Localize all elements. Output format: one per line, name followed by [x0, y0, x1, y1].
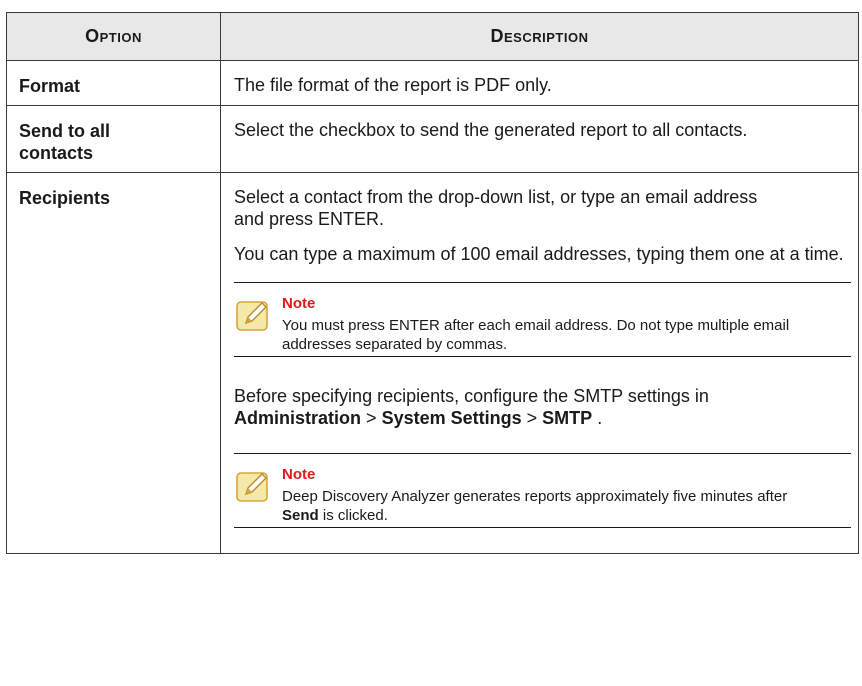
- option-description: The file format of the report is PDF onl…: [220, 60, 859, 106]
- path-separator: >: [366, 408, 377, 428]
- note-title: Note: [282, 466, 316, 483]
- note-title: Note: [282, 295, 316, 312]
- options-table: Option Description Format The file forma…: [6, 12, 859, 554]
- note-text-suffix: is clicked.: [322, 507, 388, 524]
- note-box: Note Deep Discovery Analyzer generates r…: [234, 453, 851, 528]
- sentence-period: .: [597, 408, 603, 428]
- menu-path-smtp: SMTP: [542, 408, 593, 428]
- recipients-para-1: Select a contact from the drop-down list…: [234, 187, 758, 229]
- note-text: Deep Discovery Analyzer generates report…: [282, 487, 822, 525]
- note-text-prefix: Deep Discovery Analyzer generates report…: [282, 488, 788, 505]
- menu-path-system-settings: System Settings: [381, 408, 522, 428]
- recipients-para-3: Before specifying recipients, configure …: [234, 385, 852, 429]
- option-description: Select the checkbox to send the generate…: [220, 105, 859, 173]
- recipients-para-2: You can type a maximum of 100 email addr…: [234, 244, 844, 264]
- send-word: Send: [282, 507, 319, 524]
- option-description: Select a contact from the drop-down list…: [220, 172, 859, 554]
- path-separator: >: [526, 408, 538, 428]
- smtp-instruction: Before specifying recipients, configure …: [234, 386, 709, 406]
- option-name: Recipients: [6, 172, 221, 554]
- table-row: Send to all contacts Select the checkbox…: [6, 105, 859, 173]
- option-name: Format: [6, 60, 221, 106]
- table-header-row: Option Description: [6, 12, 859, 61]
- option-name: Send to all contacts: [6, 105, 221, 173]
- note-pencil-icon: [236, 301, 268, 331]
- note-text: You must press ENTER after each email ad…: [282, 317, 790, 353]
- note-box: Note You must press ENTER after each ema…: [234, 282, 851, 357]
- table-row: Recipients Select a contact from the dro…: [6, 172, 859, 554]
- note-pencil-icon: [236, 472, 268, 502]
- header-description: Description: [220, 12, 859, 61]
- menu-path-administration: Administration: [234, 408, 362, 428]
- table-row: Format The file format of the report is …: [6, 60, 859, 106]
- header-option: Option: [6, 12, 221, 61]
